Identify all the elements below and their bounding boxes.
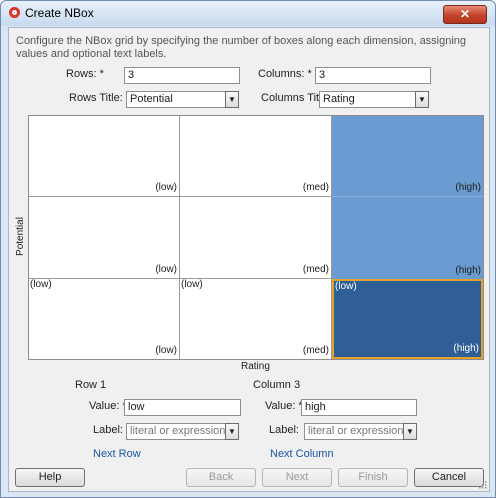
rows-input[interactable]: 3 (124, 67, 240, 84)
cell-label: (low) (155, 182, 177, 193)
grid-cell[interactable]: (low) (29, 116, 180, 197)
next-button[interactable]: Next (262, 468, 332, 487)
column-label-input[interactable]: literal or expression (304, 423, 405, 440)
grid-cell-selected[interactable]: (low) (high) (332, 279, 483, 359)
rows-title-label: Rows Title: (69, 92, 123, 104)
app-icon (9, 7, 20, 18)
finish-button[interactable]: Finish (338, 468, 408, 487)
dialog-body: Configure the NBox grid by specifying th… (8, 27, 490, 492)
row-section-title: Row 1 (75, 379, 107, 391)
cell-label: (high) (453, 343, 479, 354)
cell-label: (high) (455, 182, 481, 193)
next-column-link[interactable]: Next Column (270, 448, 334, 460)
close-icon: ✕ (459, 7, 471, 21)
description-text: Configure the NBox grid by specifying th… (16, 35, 467, 60)
columns-label: Columns: * (258, 68, 312, 80)
grid-cell[interactable]: (med) (180, 116, 332, 197)
create-nbox-dialog: Create NBox ✕ Configure the NBox grid by… (0, 0, 496, 498)
resize-grip-icon[interactable] (479, 481, 487, 489)
chevron-down-icon[interactable]: ▼ (415, 91, 429, 108)
title-bar[interactable]: Create NBox ✕ (1, 1, 495, 26)
cell-label: (med) (302, 345, 329, 356)
cell-value-label: (low) (181, 279, 203, 290)
cell-value-label: (low) (335, 281, 357, 292)
chevron-down-icon[interactable]: ▼ (225, 423, 239, 440)
column-value-input[interactable]: high (301, 399, 417, 416)
row-value-input[interactable]: low (124, 399, 241, 416)
grid-cell[interactable]: (med) (180, 197, 332, 279)
grid-cell-highlight[interactable]: (high) (332, 116, 483, 197)
columns-title-value[interactable]: Rating (319, 91, 417, 108)
rows-title-value[interactable]: Potential (126, 91, 227, 108)
cell-label: (med) (302, 264, 329, 275)
row-label-input[interactable]: literal or expression (126, 423, 227, 440)
cell-value-label: (low) (30, 279, 52, 290)
close-button[interactable]: ✕ (443, 5, 487, 24)
row-value-label: Value: * (89, 400, 127, 412)
back-button[interactable]: Back (186, 468, 256, 487)
grid-cell[interactable]: (low) (low) (29, 279, 180, 359)
grid-cell[interactable]: (low) (29, 197, 180, 279)
window-title: Create NBox (25, 6, 94, 20)
help-button[interactable]: Help (15, 468, 85, 487)
column-axis-title: Rating (241, 361, 270, 372)
cancel-button[interactable]: Cancel (414, 468, 484, 487)
cell-label: (low) (155, 345, 177, 356)
row-label-label: Label: (93, 424, 123, 436)
next-row-link[interactable]: Next Row (93, 448, 141, 460)
column-section-title: Column 3 (253, 379, 301, 391)
chevron-down-icon[interactable]: ▼ (225, 91, 239, 108)
nbox-grid: (low) (med) (high) (low) (med) (high) (l… (28, 115, 484, 360)
cell-label: (low) (155, 264, 177, 275)
cell-label: (high) (455, 265, 481, 276)
grid-cell[interactable]: (low) (med) (180, 279, 332, 359)
row-axis-title: Potential (14, 217, 26, 256)
column-value-label: Value: * (265, 400, 303, 412)
column-label-label: Label: (269, 424, 299, 436)
grid-cell-highlight[interactable]: (high) (332, 197, 483, 279)
chevron-down-icon[interactable]: ▼ (403, 423, 417, 440)
columns-input[interactable]: 3 (315, 67, 431, 84)
rows-label: Rows: * (66, 68, 104, 80)
cell-label: (med) (302, 182, 329, 193)
